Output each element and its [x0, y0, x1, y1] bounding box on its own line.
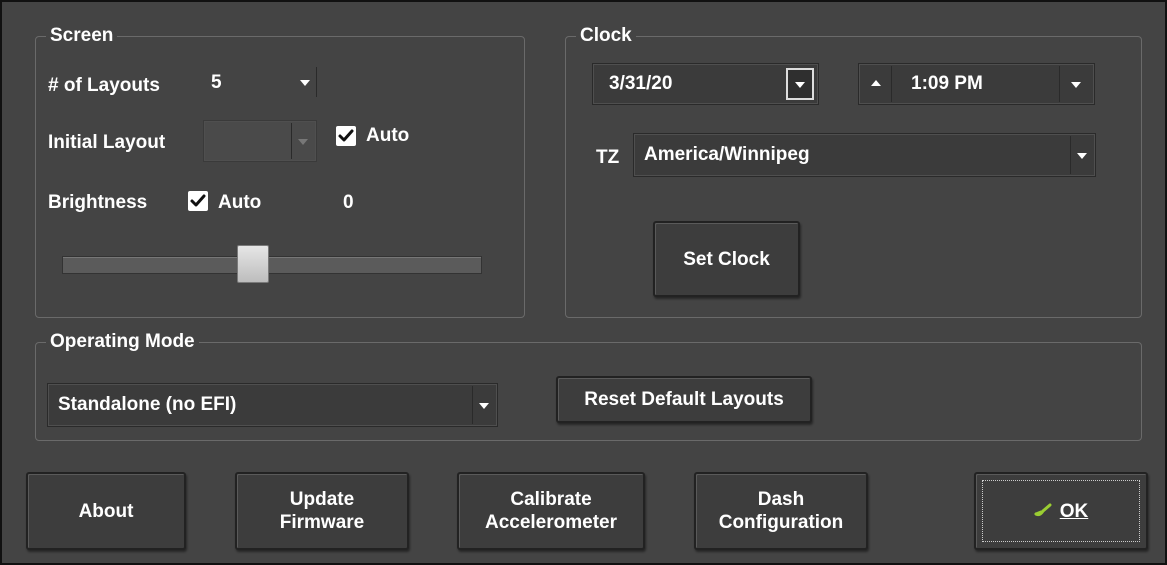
- tz-label: TZ: [596, 147, 620, 168]
- about-button[interactable]: About: [26, 472, 186, 550]
- update-firmware-button[interactable]: Update Firmware: [235, 472, 409, 550]
- layouts-select[interactable]: 5: [202, 64, 318, 102]
- ok-button[interactable]: OK: [974, 472, 1148, 550]
- reset-default-layouts-button[interactable]: Reset Default Layouts: [556, 376, 812, 423]
- date-picker[interactable]: 3/31/20: [592, 63, 819, 105]
- chevron-down-icon[interactable]: [291, 123, 314, 159]
- focus-indicator: [982, 480, 1140, 542]
- about-label: About: [78, 500, 134, 522]
- brightness-auto-checkbox[interactable]: [188, 191, 208, 211]
- set-clock-label: Set Clock: [683, 248, 770, 270]
- brightness-label: Brightness: [48, 192, 148, 213]
- calibrate-accelerometer-button[interactable]: Calibrate Accelerometer: [457, 472, 645, 550]
- chevron-down-icon[interactable]: [472, 386, 495, 424]
- chevron-up-icon[interactable]: [861, 66, 892, 102]
- chevron-down-icon[interactable]: [1070, 136, 1093, 174]
- initial-layout-select[interactable]: [203, 120, 317, 162]
- reset-default-layouts-label: Reset Default Layouts: [584, 389, 784, 410]
- set-clock-button[interactable]: Set Clock: [653, 221, 800, 297]
- brightness-slider-track[interactable]: [62, 256, 482, 274]
- time-picker[interactable]: 1:09 PM: [858, 63, 1095, 105]
- initial-layout-label: Initial Layout: [48, 132, 166, 153]
- layouts-label: # of Layouts: [48, 75, 160, 96]
- calibrate-accelerometer-label: Calibrate Accelerometer: [484, 489, 618, 533]
- initial-auto-checkbox[interactable]: [336, 126, 356, 146]
- check-icon: [190, 194, 206, 207]
- operating-mode-value: Standalone (no EFI): [58, 394, 237, 415]
- date-value: 3/31/20: [609, 73, 673, 94]
- chevron-down-icon[interactable]: [1059, 66, 1092, 102]
- brightness-slider-thumb[interactable]: [236, 245, 269, 283]
- check-icon: [338, 129, 354, 142]
- brightness-auto-label: Auto: [218, 192, 262, 213]
- clock-group-title: Clock: [576, 24, 636, 48]
- dash-configuration-button[interactable]: Dash Configuration: [694, 472, 868, 550]
- screen-group-title: Screen: [46, 24, 118, 48]
- update-firmware-label: Update Firmware: [279, 489, 365, 533]
- timezone-value: America/Winnipeg: [644, 144, 810, 165]
- chevron-down-icon[interactable]: [294, 67, 317, 97]
- chevron-down-icon[interactable]: [786, 68, 814, 100]
- settings-window: Screen # of Layouts 5 Initial Layout Aut…: [0, 0, 1167, 565]
- brightness-value: 0: [343, 192, 354, 213]
- time-value: 1:09 PM: [911, 73, 983, 94]
- layouts-value: 5: [211, 72, 222, 93]
- initial-auto-label: Auto: [366, 125, 410, 146]
- operating-mode-title: Operating Mode: [46, 330, 199, 354]
- timezone-select[interactable]: America/Winnipeg: [633, 133, 1096, 177]
- operating-mode-select[interactable]: Standalone (no EFI): [47, 383, 498, 427]
- dash-configuration-label: Dash Configuration: [718, 489, 844, 533]
